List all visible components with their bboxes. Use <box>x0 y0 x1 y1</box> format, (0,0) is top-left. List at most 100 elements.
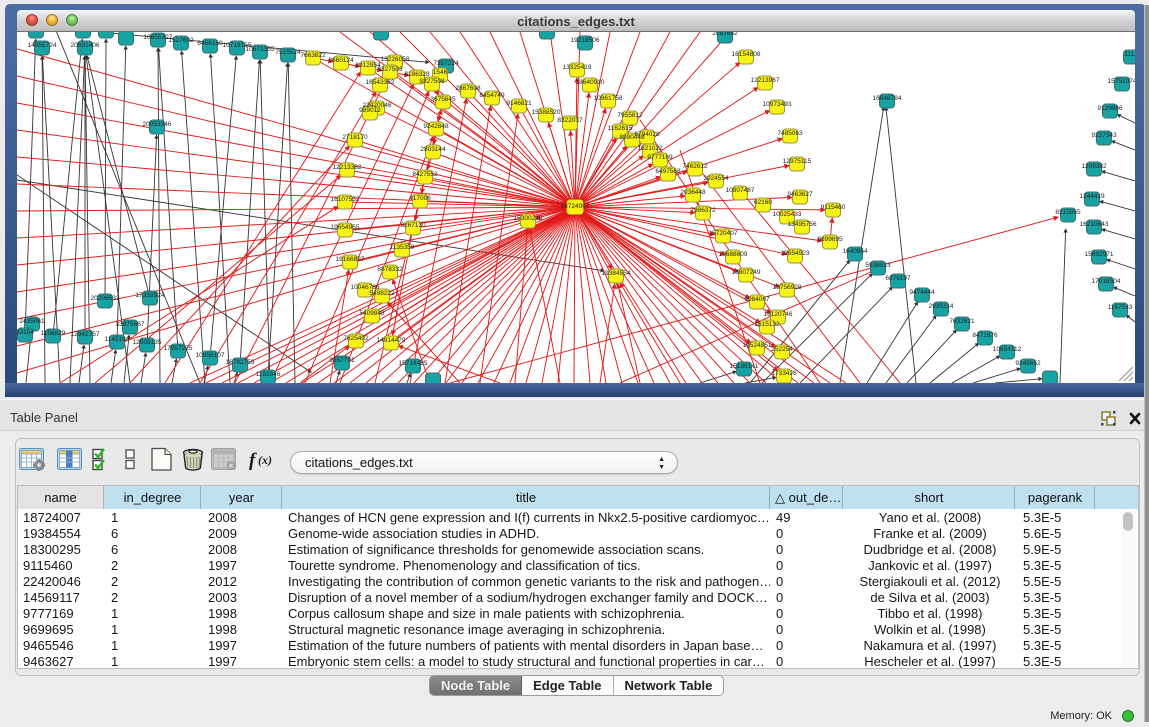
svg-text:18640910: 18640910 <box>576 79 605 86</box>
svg-text:8454749: 8454749 <box>479 92 505 99</box>
svg-text:1167533: 1167533 <box>1108 304 1133 311</box>
svg-text:7485063: 7485063 <box>777 130 803 137</box>
svg-text:7357224: 7357224 <box>433 60 459 67</box>
svg-text:1209382: 1209382 <box>1081 163 1107 170</box>
svg-text:2867608: 2867608 <box>455 85 481 92</box>
svg-text:15716485: 15716485 <box>399 360 428 367</box>
svg-text:12975115: 12975115 <box>783 158 812 165</box>
svg-text:16120746: 16120746 <box>764 311 793 318</box>
svg-text:33154: 33154 <box>17 329 34 336</box>
svg-text:12505135: 12505135 <box>133 339 162 346</box>
svg-text:16782759: 16782759 <box>226 359 255 366</box>
svg-text:14055724: 14055724 <box>28 42 57 49</box>
svg-text:3267130: 3267130 <box>400 222 426 229</box>
svg-text:16648784: 16648784 <box>873 95 902 102</box>
svg-text:6879197: 6879197 <box>885 275 911 282</box>
svg-text:12942757: 12942757 <box>71 331 100 338</box>
svg-text:9242848: 9242848 <box>423 123 449 130</box>
svg-text:6497568: 6497568 <box>655 168 681 175</box>
svg-text:1145194: 1145194 <box>105 336 130 343</box>
svg-text:15136141: 15136141 <box>730 363 759 370</box>
svg-text:16543362: 16543362 <box>366 79 395 86</box>
svg-text:7515524: 7515524 <box>275 49 301 56</box>
svg-text:9657791: 9657791 <box>329 357 355 364</box>
svg-text:15751074: 15751074 <box>1108 78 1135 85</box>
svg-text:15388520: 15388520 <box>532 109 561 116</box>
svg-text:12213382: 12213382 <box>333 164 362 171</box>
svg-text:7663822: 7663822 <box>300 52 326 59</box>
svg-text:1112: 1112 <box>1124 51 1135 58</box>
svg-text:62160: 62160 <box>754 199 772 206</box>
svg-text:8186328: 8186328 <box>404 71 430 78</box>
svg-text:16154808: 16154808 <box>732 51 761 58</box>
svg-text:9084067: 9084067 <box>744 296 770 303</box>
svg-text:10973493: 10973493 <box>763 101 792 108</box>
svg-text:13226058: 13226058 <box>381 56 410 63</box>
svg-text:252254: 252254 <box>771 346 793 353</box>
svg-text:6466160: 6466160 <box>197 40 223 47</box>
svg-text:19166827: 19166827 <box>336 256 365 263</box>
svg-text:15692971: 15692971 <box>1085 251 1114 258</box>
svg-text:13495756: 13495756 <box>788 221 817 228</box>
svg-text:9474444: 9474444 <box>909 289 935 296</box>
svg-text:1156829: 1156829 <box>41 330 66 337</box>
svg-text:7462612: 7462612 <box>682 163 708 170</box>
svg-text:19218506: 19218506 <box>571 37 600 44</box>
svg-text:9245652: 9245652 <box>1015 360 1041 367</box>
svg-text:8813054: 8813054 <box>534 32 560 33</box>
svg-text:20053346: 20053346 <box>143 121 172 128</box>
svg-text:2803144: 2803144 <box>420 146 446 153</box>
svg-text:5409948: 5409948 <box>359 310 385 317</box>
svg-text:14914479: 14914479 <box>377 337 406 344</box>
svg-text:10671355: 10671355 <box>246 46 275 53</box>
svg-text:9146821: 9146821 <box>506 100 532 107</box>
svg-text:3675645: 3675645 <box>430 96 456 103</box>
svg-text:7955812: 7955812 <box>617 112 643 119</box>
svg-text:1244419: 1244419 <box>1079 193 1105 200</box>
svg-text:9327508: 9327508 <box>419 78 445 85</box>
svg-text:10958107: 10958107 <box>196 352 225 359</box>
svg-text:2036448: 2036448 <box>680 189 706 196</box>
svg-text:6794028: 6794028 <box>634 131 660 138</box>
svg-text:16107552: 16107552 <box>331 196 360 203</box>
svg-text:33975667: 33975667 <box>116 321 145 328</box>
svg-text:18724007: 18724007 <box>561 203 590 210</box>
svg-text:1733426: 1733426 <box>771 370 797 377</box>
svg-text:13325419: 13325419 <box>563 64 592 71</box>
svg-text:f: f <box>249 450 257 471</box>
svg-text:10025433: 10025433 <box>773 211 802 218</box>
svg-text:7986372: 7986372 <box>690 207 716 214</box>
svg-text:10807487: 10807487 <box>726 187 755 194</box>
svg-text:2435061: 2435061 <box>19 318 45 325</box>
svg-text:16053809: 16053809 <box>367 32 396 34</box>
svg-text:2935114: 2935114 <box>929 303 954 310</box>
svg-text:8215955: 8215955 <box>1055 209 1081 216</box>
svg-text:9227343: 9227343 <box>1091 132 1117 139</box>
svg-text:9777169: 9777169 <box>647 154 673 161</box>
svg-text:2718170: 2718170 <box>342 134 368 141</box>
svg-text:5498222: 5498222 <box>369 290 395 297</box>
svg-text:9699695: 9699695 <box>817 236 843 243</box>
svg-text:20206533: 20206533 <box>91 295 120 302</box>
svg-text:10654112: 10654112 <box>993 346 1022 353</box>
svg-text:8427552: 8427552 <box>412 171 438 178</box>
svg-text:1640954: 1640954 <box>842 248 868 255</box>
svg-text:8660124: 8660124 <box>328 57 354 64</box>
svg-text:2087682: 2087682 <box>712 32 738 37</box>
svg-text:9327503: 9327503 <box>377 66 403 73</box>
svg-text:989012: 989012 <box>359 107 381 114</box>
svg-text:1546: 1546 <box>433 69 448 76</box>
svg-text:1527602: 1527602 <box>168 37 194 44</box>
svg-text:9463627: 9463627 <box>787 191 813 198</box>
svg-text:1621022: 1621022 <box>637 145 663 152</box>
svg-text:19756928: 19756928 <box>773 284 802 291</box>
svg-text:1162615: 1162615 <box>608 125 633 132</box>
svg-text:19654955: 19654955 <box>331 224 360 231</box>
svg-text:10961758: 10961758 <box>594 95 623 102</box>
svg-text:15720407: 15720407 <box>709 230 738 237</box>
svg-text:15300293: 15300293 <box>514 215 543 222</box>
svg-text:17359924: 17359924 <box>136 292 165 299</box>
svg-text:9129966: 9129966 <box>1097 105 1123 112</box>
svg-text:19654923: 19654923 <box>781 250 810 257</box>
svg-text:3024554: 3024554 <box>703 175 729 182</box>
